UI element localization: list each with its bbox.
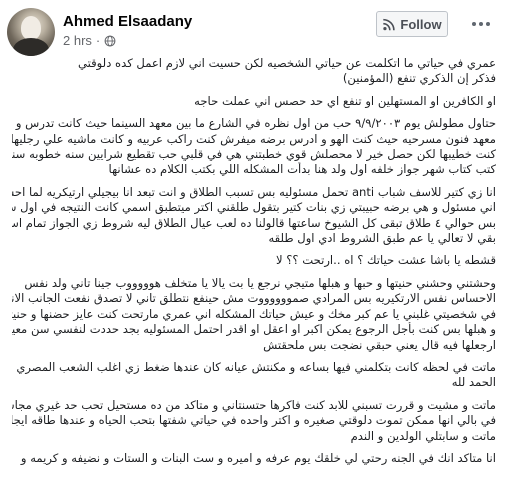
author-avatar[interactable]	[7, 8, 55, 56]
more-options-icon[interactable]	[464, 10, 498, 38]
post-text-line: انا زي كتير للاسف شباب anti تحمل مسئوليه…	[12, 184, 496, 199]
post-text-line: ماتت و مشيت و قررت تسبني للابد كنت فاكره…	[12, 397, 496, 412]
post-paragraph: انا متاكد انك في الجنه رحتي لي خلقك يوم …	[12, 451, 496, 466]
post-body: عمري في حياتي ما اتكلمت عن حياتي الشخصيه…	[12, 56, 496, 500]
post-text-line: ماتت و سابتلي الولدين و الندم	[350, 428, 496, 443]
post-text-line: انا متاكد انك في الجنه رحتي لي خلقك يوم …	[20, 450, 496, 465]
follow-rss-icon	[383, 18, 396, 30]
post-text-line: و هبلها بس كنت بأجل الرجوع يمكن اكبر او …	[12, 322, 496, 337]
post-paragraph: عمري في حياتي ما اتكلمت عن حياتي الشخصيه…	[12, 56, 496, 87]
post-paragraph: او الكافرين او المستهلين او تنفع اي حد ح…	[12, 94, 496, 109]
author-name[interactable]: Ahmed Elsaadany	[63, 13, 192, 30]
post-paragraph: ماتت في لحظه كانت بتكلمني فيها بساعه و م…	[12, 360, 496, 391]
post-text-line: في بالي انها ممكن تموت دلوقتي صغيره و اك…	[12, 413, 496, 428]
post-text-line: معهد فنون مسرحيه حيث كنت الهو و ادرس برض…	[12, 131, 496, 146]
post-text-line: عمري في حياتي ما اتكلمت عن حياتي الشخصيه…	[77, 56, 496, 70]
post-meta: 2 hrs ·	[63, 33, 116, 48]
post-text-line: قشطه يا باشا عشت حياتك ؟ اه ..ارتحت ؟؟ ل…	[275, 253, 496, 268]
post-text-line: كنت خطيبها لكن حصل خير لا محصلش قوي خطبت…	[12, 147, 496, 162]
post-text-line: اني مسئول و هي برضه حبيبتي زي بنات كتير …	[12, 200, 496, 215]
post-text-line: في شخصيتي غلبني يا عم كبر مخك و عيش حيات…	[12, 306, 496, 321]
post-text-line: بس حوالي ٤ طلاق تبقى كل الشيوخ ساعتها قا…	[12, 215, 496, 230]
post-paragraph: ماتت و مشيت و قررت تسبني للابد كنت فاكره…	[12, 398, 496, 444]
post-text-line: فذكر إن الذكري تنفع (المؤمنين)	[342, 71, 496, 86]
follow-button[interactable]: Follow	[376, 11, 448, 37]
post-time[interactable]: 2 hrs	[63, 33, 92, 48]
post-header: Ahmed Elsaadany 2 hrs · Follow	[0, 0, 506, 58]
post-text-line: ماتت في لحظه كانت بتكلمني فيها بساعه و م…	[16, 359, 496, 374]
avatar-face	[21, 16, 41, 40]
post-paragraph: انا زي كتير للاسف شباب anti تحمل مسئوليه…	[12, 185, 496, 247]
post-text-line: وحشتني وحشني حنيتها و حبها و هبلها متيجي…	[24, 275, 496, 290]
post-paragraph: قشطه يا باشا عشت حياتك ؟ اه ..ارتحت ؟؟ ل…	[12, 253, 496, 268]
post-text-line: الاحساس نفس الارتكيريه بس المرادي صموووو…	[12, 291, 496, 306]
meta-separator: ·	[95, 33, 101, 48]
post-text-line: بقي لا تعالي يا عم طبق الشروط ادي اول طل…	[268, 231, 496, 246]
follow-label: Follow	[400, 16, 442, 32]
post-text-line: او الكافرين او المستهلين او تنفع اي حد ح…	[194, 93, 496, 108]
post-text-line: ارجعلها فيه قال يعني حبقي نضجت بس ملحقتش	[263, 337, 496, 352]
post-text-line: الحمد لله	[451, 375, 496, 390]
avatar-shoulders	[13, 38, 49, 56]
post-paragraph: وحشتني وحشني حنيتها و حبها و هبلها متيجي…	[12, 276, 496, 353]
globe-icon	[104, 35, 116, 46]
post-paragraph: حتاول مطولش يوم ٩/٩/٢٠٠٣ حب من اول نظره …	[12, 116, 496, 178]
post-text-line: حتاول مطولش يوم ٩/٩/٢٠٠٣ حب من اول نظره …	[15, 116, 496, 131]
post-text-line: كتب كتاب شهر جواز خلفه اول ولد هنا بدأت …	[108, 162, 496, 177]
